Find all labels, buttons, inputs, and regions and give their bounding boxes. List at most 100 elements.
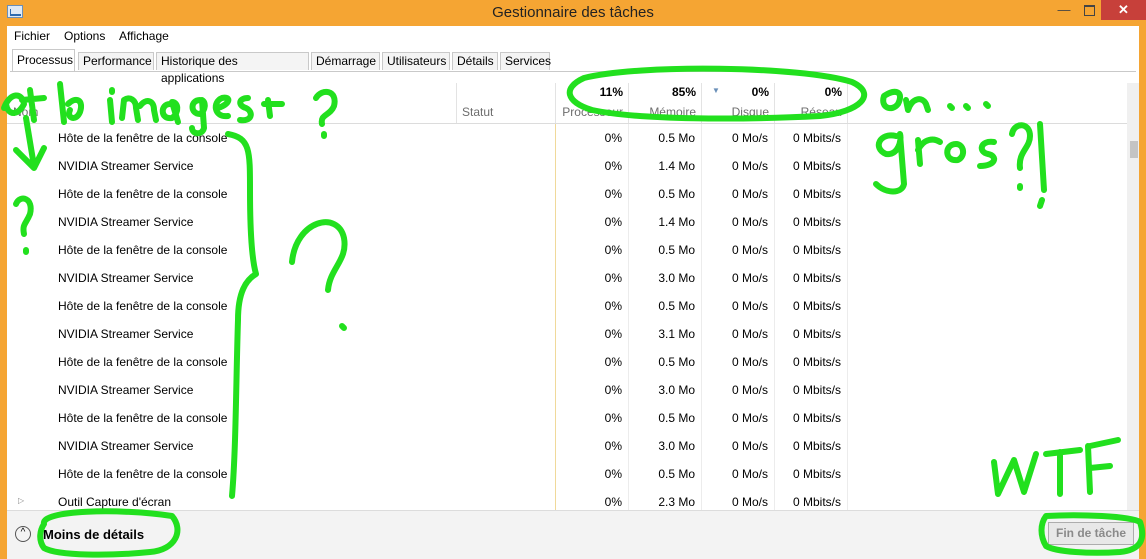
- process-cpu: 0%: [604, 355, 622, 369]
- process-network: 0 Mbits/s: [792, 327, 841, 341]
- process-name: NVIDIA Streamer Service: [58, 383, 194, 397]
- process-name: NVIDIA Streamer Service: [58, 159, 194, 173]
- process-row[interactable]: Hôte de la fenêtre de la console 0% 0.5 Mo…: [7, 124, 1127, 152]
- column-header-cpu[interactable]: Processeur: [555, 105, 623, 119]
- process-network: 0 Mbits/s: [792, 355, 841, 369]
- process-row[interactable]: NVIDIA Streamer Service 0% 3.1 Mo 0 Mo/s 0 M…: [7, 320, 1127, 348]
- process-cpu: 0%: [604, 299, 622, 313]
- process-network: 0 Mbits/s: [792, 439, 841, 453]
- close-button[interactable]: ✕: [1101, 0, 1146, 20]
- column-header-disk[interactable]: Disque: [701, 105, 769, 119]
- process-cpu: 0%: [604, 131, 622, 145]
- process-disk: 0 Mo/s: [731, 439, 768, 453]
- process-disk: 0 Mo/s: [731, 215, 768, 229]
- process-memory: 0.5 Mo: [658, 243, 695, 257]
- menu-options[interactable]: Options: [64, 29, 105, 43]
- column-separator: [847, 83, 848, 123]
- process-cpu: 0%: [604, 495, 622, 509]
- process-memory: 2.3 Mo: [658, 495, 695, 509]
- process-memory: 1.4 Mo: [658, 159, 695, 173]
- tab-app-history[interactable]: Historique des applications: [156, 52, 309, 85]
- table-header: 11% 85% ▼ 0% 0% Nom Statut Processeur Mé…: [7, 83, 1139, 124]
- menu-view[interactable]: Affichage: [119, 29, 169, 43]
- scrollbar-thumb[interactable]: [1130, 141, 1138, 158]
- column-header-name[interactable]: Nom: [13, 105, 38, 119]
- process-disk: 0 Mo/s: [731, 243, 768, 257]
- process-name: Hôte de la fenêtre de la console: [58, 131, 228, 145]
- tab-startup[interactable]: Démarrage: [311, 52, 380, 70]
- process-disk: 0 Mo/s: [731, 495, 768, 509]
- tab-users[interactable]: Utilisateurs: [382, 52, 450, 70]
- column-header-memory[interactable]: Mémoire: [628, 105, 696, 119]
- disk-usage-total: 0%: [751, 85, 769, 99]
- process-row[interactable]: Hôte de la fenêtre de la console 0% 0.5 Mo…: [7, 180, 1127, 208]
- process-disk: 0 Mo/s: [731, 299, 768, 313]
- process-memory: 0.5 Mo: [658, 131, 695, 145]
- process-cpu: 0%: [604, 215, 622, 229]
- process-row[interactable]: Hôte de la fenêtre de la console 0% 0.5 Mo…: [7, 292, 1127, 320]
- process-cpu: 0%: [604, 383, 622, 397]
- tab-performance[interactable]: Performance: [78, 52, 154, 70]
- process-name: Hôte de la fenêtre de la console: [58, 355, 228, 369]
- process-row[interactable]: Hôte de la fenêtre de la console 0% 0.5 Mo…: [7, 348, 1127, 376]
- process-row[interactable]: NVIDIA Streamer Service 0% 3.0 Mo 0 Mo/s 0 M…: [7, 376, 1127, 404]
- tab-details[interactable]: Détails: [452, 52, 498, 70]
- menu-bar: Fichier Options Affichage: [7, 26, 1139, 46]
- column-header-status[interactable]: Statut: [462, 105, 493, 119]
- end-task-button[interactable]: Fin de tâche: [1048, 522, 1134, 545]
- process-row[interactable]: NVIDIA Streamer Service 0% 3.0 Mo 0 Mo/s 0 M…: [7, 264, 1127, 292]
- process-cpu: 0%: [604, 159, 622, 173]
- window-title: Gestionnaire des tâches: [492, 4, 654, 21]
- process-row[interactable]: ▷ Outil Capture d'écran 0% 2.3 Mo 0 Mo/s 0 Mb…: [7, 488, 1127, 510]
- process-row[interactable]: NVIDIA Streamer Service 0% 3.0 Mo 0 Mo/s 0 M…: [7, 432, 1127, 460]
- process-row[interactable]: Hôte de la fenêtre de la console 0% 0.5 Mo…: [7, 460, 1127, 488]
- process-memory: 3.1 Mo: [658, 327, 695, 341]
- process-network: 0 Mbits/s: [792, 131, 841, 145]
- process-disk: 0 Mo/s: [731, 131, 768, 145]
- cpu-usage-total: 11%: [599, 85, 623, 99]
- process-network: 0 Mbits/s: [792, 299, 841, 313]
- process-network: 0 Mbits/s: [792, 187, 841, 201]
- process-disk: 0 Mo/s: [731, 383, 768, 397]
- fewer-details-link[interactable]: Moins de détails: [43, 527, 144, 542]
- process-cpu: 0%: [604, 187, 622, 201]
- tab-services[interactable]: Services: [500, 52, 551, 70]
- process-row[interactable]: Hôte de la fenêtre de la console 0% 0.5 Mo…: [7, 236, 1127, 264]
- process-memory: 0.5 Mo: [658, 299, 695, 313]
- process-row[interactable]: NVIDIA Streamer Service 0% 1.4 Mo 0 Mo/s 0 M…: [7, 152, 1127, 180]
- process-disk: 0 Mo/s: [731, 159, 768, 173]
- menu-file[interactable]: Fichier: [14, 29, 50, 43]
- tab-bar: Processus Performance Historique des app…: [10, 49, 1136, 85]
- process-name: Outil Capture d'écran: [58, 495, 172, 509]
- process-network: 0 Mbits/s: [792, 271, 841, 285]
- process-network: 0 Mbits/s: [792, 495, 841, 509]
- process-disk: 0 Mo/s: [731, 187, 768, 201]
- footer-bar: ^ Moins de détails Fin de tâche: [7, 510, 1139, 559]
- chevron-up-icon[interactable]: ^: [15, 526, 31, 542]
- process-cpu: 0%: [604, 439, 622, 453]
- process-name: Hôte de la fenêtre de la console: [58, 467, 228, 481]
- title-bar: Gestionnaire des tâches — ✕: [0, 0, 1146, 26]
- process-name: NVIDIA Streamer Service: [58, 439, 194, 453]
- maximize-icon: [1083, 5, 1095, 17]
- maximize-button[interactable]: [1078, 0, 1100, 20]
- process-disk: 0 Mo/s: [731, 355, 768, 369]
- process-memory: 1.4 Mo: [658, 215, 695, 229]
- column-header-network[interactable]: Réseau: [774, 105, 842, 119]
- process-disk: 0 Mo/s: [731, 271, 768, 285]
- process-cpu: 0%: [604, 271, 622, 285]
- network-usage-total: 0%: [824, 85, 842, 99]
- process-row[interactable]: Hôte de la fenêtre de la console 0% 0.5 Mo…: [7, 404, 1127, 432]
- process-row[interactable]: NVIDIA Streamer Service 0% 1.4 Mo 0 Mo/s 0 M…: [7, 208, 1127, 236]
- process-memory: 3.0 Mo: [658, 271, 695, 285]
- process-memory: 3.0 Mo: [658, 439, 695, 453]
- process-name: NVIDIA Streamer Service: [58, 327, 194, 341]
- process-network: 0 Mbits/s: [792, 467, 841, 481]
- process-cpu: 0%: [604, 243, 622, 257]
- process-cpu: 0%: [604, 467, 622, 481]
- tab-processes[interactable]: Processus: [12, 49, 75, 71]
- process-name: Hôte de la fenêtre de la console: [58, 187, 228, 201]
- minimize-button[interactable]: —: [1050, 0, 1078, 20]
- process-cpu: 0%: [604, 327, 622, 341]
- expand-arrow-icon[interactable]: ▷: [18, 496, 24, 505]
